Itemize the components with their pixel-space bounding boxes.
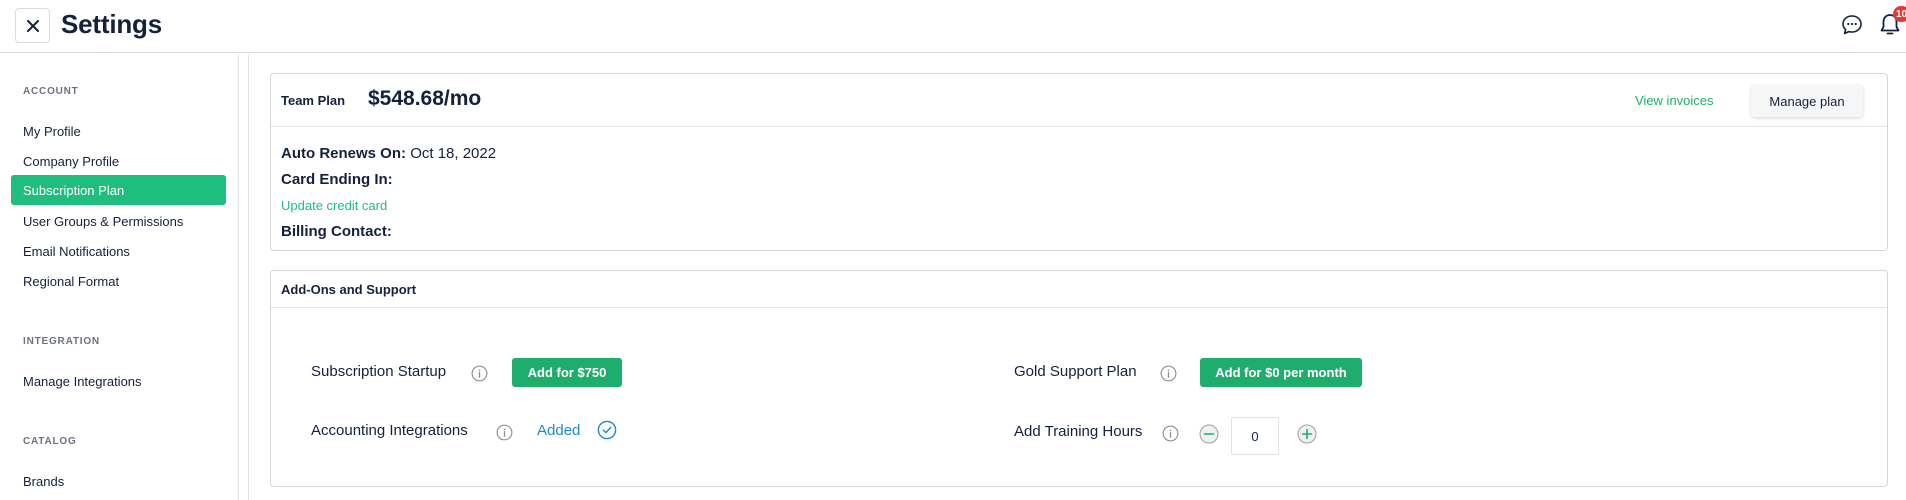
addons-support-card: Add-Ons and Support Subscription Startup… (270, 270, 1888, 487)
add-gold-support-button[interactable]: Add for $0 per month (1200, 358, 1362, 387)
manage-plan-button[interactable]: Manage plan (1751, 85, 1863, 117)
sidebar-item-user-groups[interactable]: User Groups & Permissions (11, 206, 226, 236)
gold-support-plan-label: Gold Support Plan (1014, 363, 1137, 380)
sidebar-item-brands[interactable]: Brands (11, 466, 226, 496)
subscription-startup-label: Subscription Startup (311, 363, 447, 380)
training-hours-label: Add Training Hours (1014, 423, 1143, 440)
sidebar-item-my-profile[interactable]: My Profile (11, 116, 226, 146)
chat-bubble-icon[interactable] (1840, 13, 1864, 37)
sidebar-scrollbar[interactable] (238, 54, 249, 500)
addons-title: Add-Ons and Support (281, 282, 417, 297)
sidebar-item-manage-integrations[interactable]: Manage Integrations (11, 366, 226, 396)
notification-badge: 10 (1893, 6, 1906, 22)
billing-contact-label: Billing Contact: (281, 223, 392, 240)
decrement-hours-button[interactable] (1199, 424, 1219, 444)
section-label-integration: INTEGRATION (23, 336, 100, 347)
plan-card-header: Team Plan $548.68/mo View invoices Manag… (271, 74, 1887, 127)
card-ending-row: Card Ending In: (281, 171, 393, 188)
accounting-integrations-label: Accounting Integrations (311, 422, 468, 439)
top-header: Settings 10 (0, 0, 1906, 53)
info-icon[interactable] (1162, 425, 1179, 442)
section-label-catalog: CATALOG (23, 436, 77, 447)
sidebar-item-company-profile[interactable]: Company Profile (11, 146, 226, 176)
increment-hours-button[interactable] (1297, 424, 1317, 444)
sidebar-item-subscription-plan[interactable]: Subscription Plan (11, 175, 226, 205)
billing-contact-row: Billing Contact: (281, 223, 392, 240)
auto-renews-row: Auto Renews On: Oct 18, 2022 (281, 145, 496, 162)
close-icon (26, 19, 39, 32)
info-icon[interactable] (1160, 365, 1177, 382)
notifications-button[interactable]: 10 (1878, 6, 1906, 40)
add-subscription-startup-button[interactable]: Add for $750 (512, 358, 622, 387)
settings-sidebar: ACCOUNT My Profile Company Profile Subsc… (0, 54, 238, 500)
info-icon[interactable] (496, 424, 513, 441)
plan-name: Team Plan (281, 93, 346, 108)
auto-renews-label: Auto Renews On: (281, 145, 407, 162)
addons-card-header: Add-Ons and Support (271, 271, 1887, 308)
info-icon[interactable] (471, 365, 488, 382)
card-ending-label: Card Ending In: (281, 171, 393, 188)
plan-price: $548.68/mo (368, 87, 482, 110)
update-credit-card-link[interactable]: Update credit card (281, 198, 387, 213)
view-invoices-link[interactable]: View invoices (1635, 93, 1714, 108)
added-status: Added (537, 422, 581, 439)
training-hours-input[interactable] (1231, 417, 1279, 455)
sidebar-item-regional-format[interactable]: Regional Format (11, 266, 226, 296)
check-circle-icon (597, 420, 617, 440)
sidebar-item-email-notifications[interactable]: Email Notifications (11, 236, 226, 266)
subscription-plan-card: Team Plan $548.68/mo View invoices Manag… (270, 73, 1888, 251)
auto-renews-value: Oct 18, 2022 (410, 145, 497, 162)
page-title: Settings (61, 9, 162, 39)
close-button[interactable] (15, 8, 50, 43)
section-label-account: ACCOUNT (23, 86, 79, 97)
